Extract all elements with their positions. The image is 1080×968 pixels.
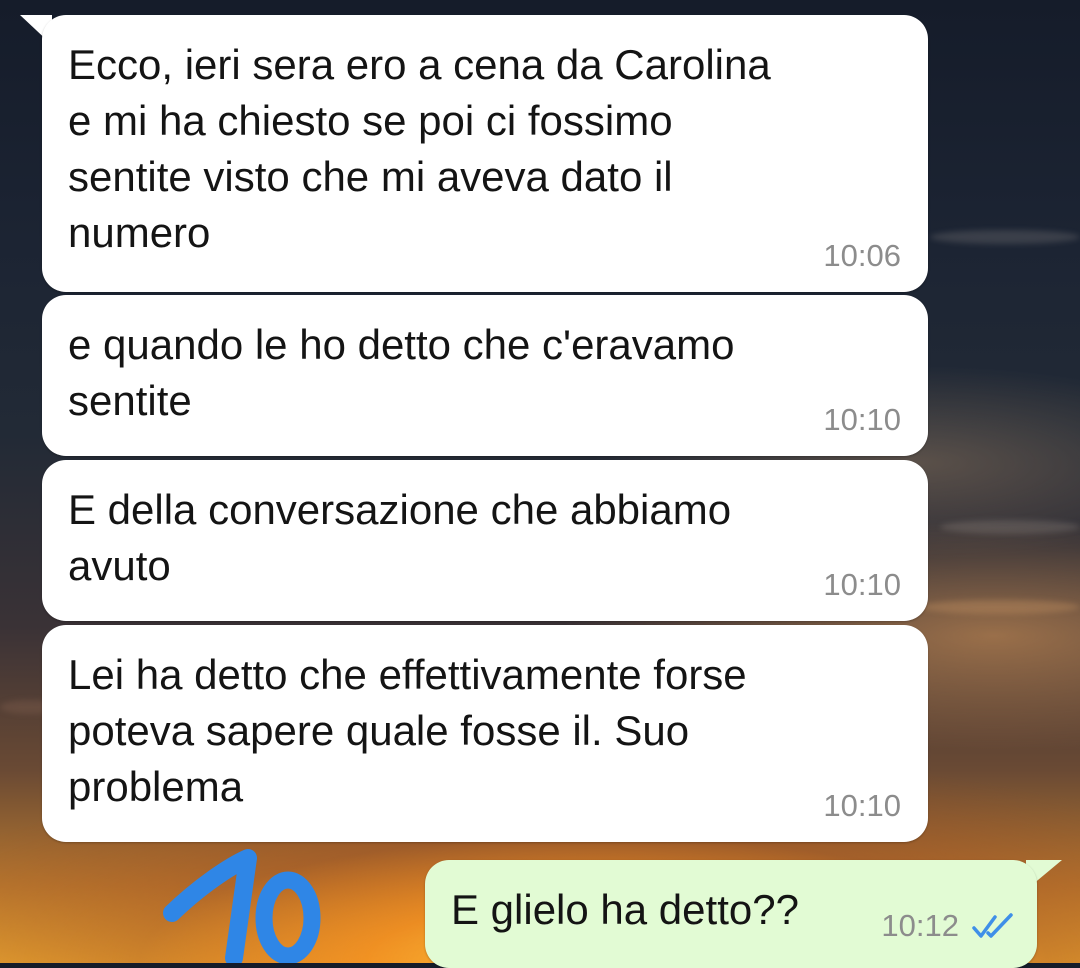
message-time: 10:06 [823, 238, 901, 273]
double-check-read-icon [972, 913, 1013, 938]
cloud-streak [940, 520, 1080, 534]
incoming-message[interactable]: Ecco, ieri sera ero a cena da Carolina e… [42, 15, 928, 292]
message-text: Ecco, ieri sera ero a cena da Carolina e… [68, 41, 771, 256]
annotation-text: 10 [160, 848, 162, 849]
message-text: E della conversazione che abbiamo avuto [68, 486, 732, 589]
cloud-streak [920, 600, 1080, 614]
incoming-message[interactable]: Lei ha detto che effettivamente forse po… [42, 625, 928, 842]
handwritten-annotation: 10 [160, 848, 321, 963]
message-time: 10:10 [823, 567, 901, 602]
message-time: 10:10 [823, 788, 901, 823]
message-text: e quando le ho detto che c'eravamo senti… [68, 321, 735, 424]
message-meta: 10:12 [881, 908, 1015, 944]
message-text: Lei ha detto che effettivamente forse po… [68, 651, 747, 810]
incoming-message[interactable]: E della conversazione che abbiamo avuto … [42, 460, 928, 621]
outgoing-message[interactable]: E glielo ha detto?? 10:12 [425, 860, 1037, 968]
message-time: 10:10 [823, 402, 901, 437]
message-time: 10:12 [881, 908, 959, 943]
incoming-message[interactable]: e quando le ho detto che c'eravamo senti… [42, 295, 928, 456]
cloud-streak [930, 230, 1080, 244]
